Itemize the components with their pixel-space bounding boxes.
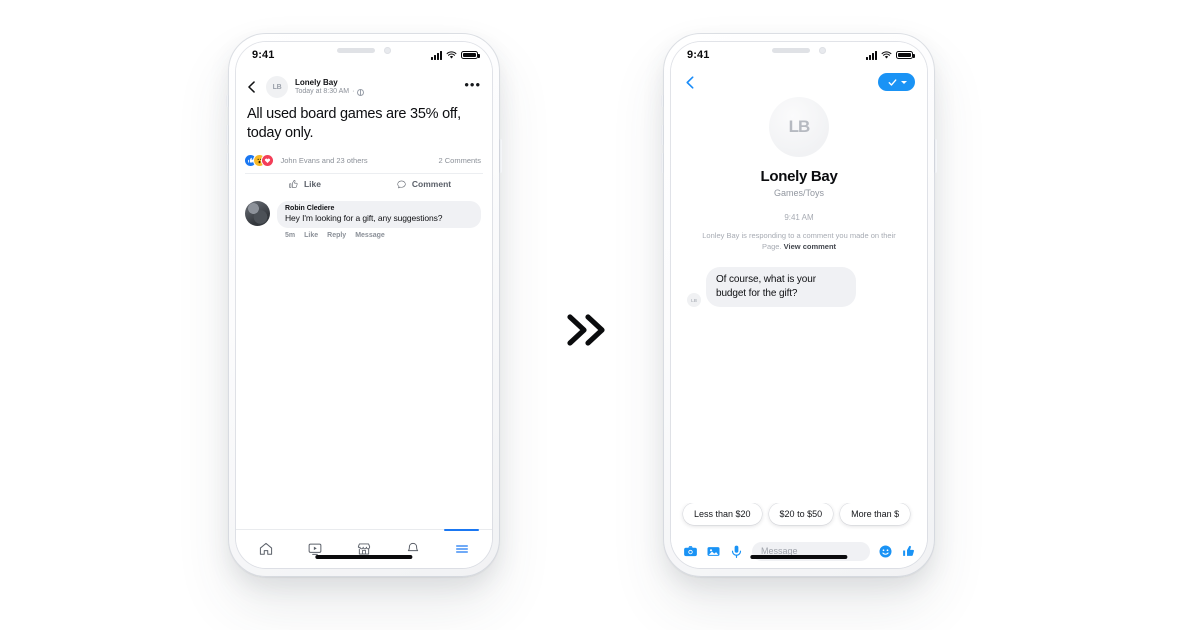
chevron-left-icon[interactable]	[245, 80, 259, 94]
status-bar-right: 9:41	[671, 42, 927, 68]
screenshot-stage: 9:41 LB Lonely Bay Today at 8:30 AM · ••…	[0, 0, 1200, 630]
cellular-bars-icon	[866, 50, 877, 60]
status-time: 9:41	[252, 49, 275, 61]
comment-count[interactable]: 2 Comments	[438, 156, 481, 165]
reaction-names[interactable]: John Evans and 23 others	[281, 156, 434, 165]
comment-bubble[interactable]: Robin Clediere Hey I'm looking for a gif…	[277, 200, 481, 229]
volume-down-button[interactable]	[226, 153, 229, 173]
phone-screen-left: 9:41 LB Lonely Bay Today at 8:30 AM · ••…	[236, 42, 492, 568]
commenter-avatar[interactable]	[245, 200, 270, 226]
ellipsis-icon[interactable]: •••	[464, 78, 481, 91]
thumbs-up-icon	[289, 180, 298, 188]
message-composer: Message	[671, 534, 927, 568]
phone-mockup-facebook-post: 9:41 LB Lonely Bay Today at 8:30 AM · ••…	[226, 33, 502, 577]
double-chevron-right-icon	[567, 314, 605, 346]
volume-up-button[interactable]	[226, 125, 229, 145]
tab-menu[interactable]	[437, 529, 486, 568]
messenger-chat-screen: 9:41 LB Lonely Bay Games/Toys 9:41 AM Lo…	[671, 42, 927, 568]
chip-more-than[interactable]: More than $	[840, 503, 911, 525]
like-button[interactable]: Like	[245, 179, 364, 190]
chat-avatar[interactable]: LB	[769, 97, 829, 157]
chat-profile-category: Games/Toys	[773, 188, 824, 198]
verified-check-badge[interactable]	[878, 73, 915, 91]
tab-watch[interactable]	[291, 530, 340, 568]
status-icons	[431, 50, 480, 60]
comment-time: 5m	[285, 232, 296, 240]
home-indicator-left[interactable]	[315, 555, 413, 559]
caret-down-icon	[901, 80, 907, 84]
volume-down-button[interactable]	[661, 153, 664, 173]
comment-message-link[interactable]: Message	[355, 232, 385, 239]
post-dot-separator: ·	[352, 88, 355, 96]
thumbs-up-icon[interactable]	[901, 544, 916, 559]
comment-reply-link[interactable]: Reply	[327, 232, 346, 239]
power-button[interactable]	[934, 139, 937, 173]
cellular-bars-icon	[431, 50, 442, 60]
globe-icon	[357, 88, 365, 96]
commenter-name[interactable]: Robin Clediere	[285, 205, 473, 212]
tab-marketplace[interactable]	[340, 530, 389, 568]
chat-profile-name[interactable]: Lonely Bay	[760, 168, 837, 185]
messenger-header	[671, 68, 927, 91]
conversation-context-notice: Lonley Bay is responding to a comment yo…	[671, 222, 927, 253]
camera-icon[interactable]	[683, 544, 698, 559]
comment-list-item: Robin Clediere Hey I'm looking for a gif…	[236, 195, 492, 239]
bottom-tab-bar	[236, 529, 492, 568]
love-reaction-icon	[262, 154, 273, 166]
chip-20-to-50[interactable]: $20 to $50	[768, 503, 834, 525]
view-comment-link[interactable]: View comment	[784, 242, 836, 251]
battery-full-icon	[896, 50, 915, 60]
like-button-label: Like	[303, 179, 321, 190]
phone-screen-right: 9:41 LB Lonely Bay Games/Toys 9:41 AM Lo…	[671, 42, 927, 568]
reaction-summary-row: John Evans and 23 others 2 Comments	[236, 153, 492, 173]
tab-home[interactable]	[242, 530, 291, 568]
reaction-icons[interactable]	[245, 154, 273, 166]
chat-profile-block: LB Lonely Bay Games/Toys 9:41 AM	[671, 91, 927, 222]
speech-bubble-icon	[397, 180, 406, 189]
microphone-icon[interactable]	[729, 544, 744, 559]
post-meta: Lonely Bay Today at 8:30 AM ·	[295, 78, 457, 96]
incoming-message-row: LB Of course, what is your budget for th…	[671, 253, 927, 308]
comment-text: Hey I'm looking for a gift, any suggesti…	[285, 212, 443, 223]
volume-up-button[interactable]	[661, 125, 664, 145]
comment-action-row: 5m Like Reply Message	[277, 228, 481, 239]
comment-button-label: Comment	[411, 179, 452, 190]
page-name[interactable]: Lonely Bay	[295, 78, 457, 87]
message-sender-avatar: LB	[687, 293, 701, 308]
chip-less-than-20[interactable]: Less than $20	[683, 503, 762, 525]
post-subtitle: Today at 8:30 AM ·	[295, 88, 457, 96]
post-action-bar: Like Comment	[245, 172, 483, 195]
power-button[interactable]	[499, 139, 502, 173]
home-icon	[260, 542, 273, 555]
chat-spacer	[671, 307, 927, 503]
smiley-icon[interactable]	[878, 544, 893, 559]
feed-spacer	[236, 239, 492, 529]
comment-like-link[interactable]: Like	[304, 232, 318, 239]
post-text: All used board games are 35% off, today …	[247, 106, 461, 142]
status-icons	[866, 50, 915, 60]
comment-button[interactable]: Comment	[364, 179, 483, 190]
ring-switch-button[interactable]	[661, 95, 664, 107]
post-timestamp: Today at 8:30 AM	[295, 88, 350, 96]
wifi-icon	[881, 50, 892, 58]
comment-content: Robin Clediere Hey I'm looking for a gif…	[277, 200, 481, 239]
home-indicator-right[interactable]	[750, 555, 848, 559]
hamburger-menu-icon	[455, 545, 468, 553]
facebook-post-screen: 9:41 LB Lonely Bay Today at 8:30 AM · ••…	[236, 42, 492, 568]
phone-mockup-messenger-chat: 9:41 LB Lonely Bay Games/Toys 9:41 AM Lo…	[661, 33, 937, 577]
page-avatar[interactable]: LB	[266, 76, 288, 98]
status-bar-left: 9:41	[236, 42, 492, 68]
tab-notifications[interactable]	[388, 530, 437, 568]
photo-icon[interactable]	[706, 544, 721, 559]
conversation-timestamp: 9:41 AM	[784, 213, 814, 222]
incoming-message-bubble[interactable]: Of course, what is your budget for the g…	[706, 266, 856, 308]
status-time: 9:41	[687, 49, 710, 61]
wifi-icon	[446, 50, 457, 58]
quick-reply-chips: Less than $20 $20 to $50 More than $	[671, 503, 927, 534]
check-icon	[888, 78, 897, 86]
ring-switch-button[interactable]	[226, 95, 229, 107]
chevron-left-icon[interactable]	[683, 75, 698, 90]
post-header: LB Lonely Bay Today at 8:30 AM · •••	[236, 68, 492, 103]
battery-full-icon	[461, 50, 480, 60]
